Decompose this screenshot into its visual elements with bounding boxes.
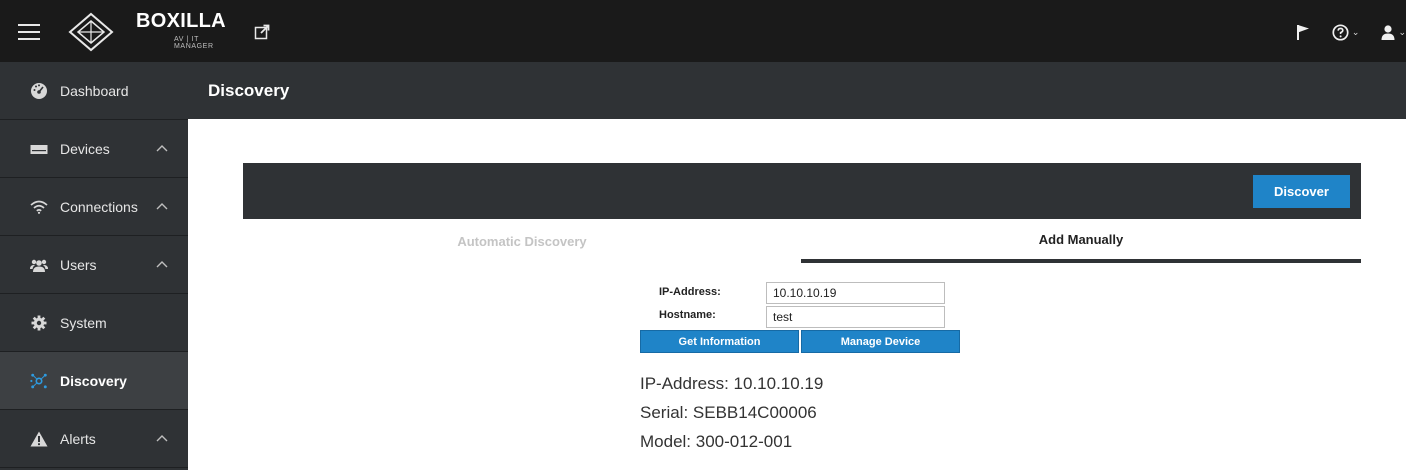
tab-add-manually[interactable]: Add Manually — [801, 219, 1361, 263]
sidebar-item-connections[interactable]: Connections — [0, 178, 188, 236]
device-icon — [30, 140, 48, 158]
boxilla-logo-icon — [68, 12, 114, 52]
external-link-icon[interactable] — [254, 24, 270, 40]
hamburger-menu-icon[interactable] — [18, 24, 40, 40]
flag-icon[interactable] — [1296, 24, 1310, 40]
ip-address-label: IP-Address: — [659, 286, 721, 298]
sidebar-item-label: Devices — [60, 140, 110, 157]
ip-address-input[interactable] — [766, 282, 945, 304]
sidebar-item-users[interactable]: Users — [0, 236, 188, 294]
brand-name: BOXILLA — [136, 10, 226, 32]
sidebar-item-label: Connections — [60, 198, 138, 215]
panel-toolbar: Discover — [243, 163, 1361, 219]
sidebar-item-label: Users — [60, 256, 97, 273]
chevron-down-icon: ⌄ — [1351, 26, 1360, 37]
sidebar-item-label: Dashboard — [60, 82, 129, 99]
sidebar-item-label: System — [60, 314, 107, 331]
chevron-up-icon[interactable] — [156, 142, 168, 154]
discovery-icon — [30, 372, 48, 390]
brand-subtitle: AV | IT MANAGER — [174, 36, 214, 50]
page-title: Discovery — [208, 81, 290, 100]
sidebar-item-alerts[interactable]: Alerts — [0, 410, 188, 468]
help-menu[interactable]: ⌄ — [1332, 23, 1360, 41]
result-serial: Serial: SEBB14C00006 — [640, 403, 817, 422]
tab-automatic-discovery[interactable]: Automatic Discovery — [243, 219, 801, 263]
help-icon — [1332, 23, 1349, 41]
manage-device-button[interactable]: Manage Device — [801, 330, 960, 353]
sidebar-item-discovery[interactable]: Discovery — [0, 352, 188, 410]
get-information-button[interactable]: Get Information — [640, 330, 799, 353]
chevron-up-icon[interactable] — [156, 200, 168, 212]
gear-icon — [30, 314, 48, 332]
wifi-icon — [30, 198, 48, 216]
page-header: Discovery — [188, 62, 1406, 119]
chevron-down-icon: ⌄ — [1398, 26, 1406, 37]
sidebar-item-devices[interactable]: Devices — [0, 120, 188, 178]
result-ip-address: IP-Address: 10.10.10.19 — [640, 374, 824, 393]
dashboard-icon — [30, 82, 48, 100]
discover-button[interactable]: Discover — [1253, 175, 1350, 208]
user-icon — [1381, 25, 1395, 40]
result-model: Model: 300-012-001 — [640, 432, 793, 451]
sidebar-item-system[interactable]: System — [0, 294, 188, 352]
top-right-tools: ⌄ ⌄ — [1274, 22, 1406, 42]
sidebar: Dashboard Devices Connections Users Syst… — [0, 62, 188, 470]
sidebar-item-label: Alerts — [60, 430, 96, 447]
sidebar-item-label: Discovery — [60, 372, 127, 389]
chevron-up-icon[interactable] — [156, 258, 168, 270]
hostname-label: Hostname: — [659, 309, 716, 321]
warning-icon — [30, 430, 48, 448]
user-menu[interactable]: ⌄ — [1381, 24, 1406, 40]
brand: BOXILLA AV | IT MANAGER — [136, 10, 226, 50]
top-bar: BOXILLA AV | IT MANAGER ⌄ ⌄ — [0, 0, 1406, 62]
chevron-up-icon[interactable] — [156, 432, 168, 444]
users-icon — [30, 256, 48, 274]
hostname-input[interactable] — [766, 306, 945, 328]
sidebar-item-dashboard[interactable]: Dashboard — [0, 62, 188, 120]
